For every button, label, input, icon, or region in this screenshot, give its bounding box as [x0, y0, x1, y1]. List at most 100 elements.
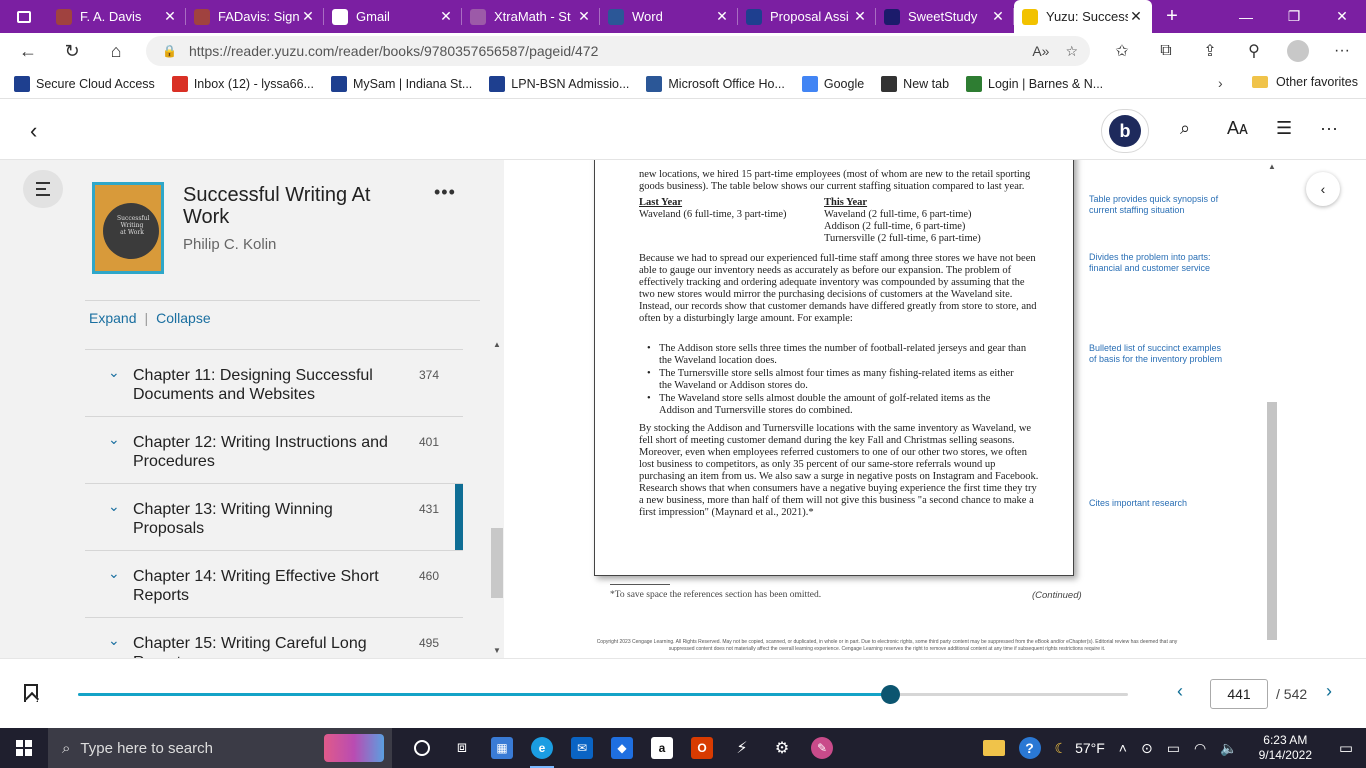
toc-chapter-item[interactable]: ⌄ Chapter 12: Writing Instructions and Pr…	[85, 416, 463, 483]
toc-scrollbar[interactable]: ▲ ▼	[491, 340, 503, 658]
show-hidden-icons-button[interactable]: ˄	[1112, 740, 1134, 756]
cortana-button[interactable]	[402, 728, 442, 768]
favorite-link[interactable]: Google	[801, 75, 864, 92]
close-window-button[interactable]: ✕	[1318, 0, 1366, 33]
profile-avatar[interactable]	[1287, 40, 1309, 62]
paint-button[interactable]: ✎	[802, 728, 842, 768]
minimize-button[interactable]: —	[1222, 0, 1270, 33]
refresh-button[interactable]: ↻	[50, 33, 94, 69]
url-field[interactable]: 🔒 https://reader.yuzu.com/reader/books/9…	[146, 36, 1090, 66]
page-number-input[interactable]: 441	[1210, 679, 1268, 709]
weather-widget[interactable]: ☾ 57°F	[1048, 740, 1112, 757]
content-scrollbar[interactable]: ▲	[1266, 160, 1278, 650]
close-tab-icon[interactable]: ✕	[1128, 8, 1144, 25]
browser-tab[interactable]: FADavis: Sign ✕	[186, 0, 324, 33]
page-progress-slider[interactable]	[78, 685, 1128, 704]
edge-button[interactable]: e	[522, 728, 562, 768]
favorite-link[interactable]: MySam | Indiana St...	[331, 75, 472, 92]
favorite-link[interactable]: LPN-BSN Admissio...	[489, 75, 629, 92]
bookmark-icon[interactable]	[24, 684, 38, 702]
share-button[interactable]: ⇪	[1188, 41, 1232, 61]
text-size-icon[interactable]: Aᴀ	[1227, 118, 1248, 139]
close-tab-icon[interactable]: ✕	[162, 8, 178, 25]
close-tab-icon[interactable]: ✕	[438, 8, 454, 25]
collections-button[interactable]: ⧉	[1144, 42, 1188, 60]
chevron-down-icon[interactable]: ⌄	[108, 364, 120, 381]
browser-tab[interactable]: Yuzu: Success ✕	[1014, 0, 1152, 33]
favorite-link[interactable]: Secure Cloud Access	[14, 75, 155, 92]
close-tab-icon[interactable]: ✕	[300, 8, 316, 25]
browser-tab[interactable]: Gmail ✕	[324, 0, 462, 33]
settings-button[interactable]: ⚙	[762, 728, 802, 768]
toc-chapter-item[interactable]: ⌄ Chapter 13: Writing Winning Proposals 43…	[85, 483, 463, 550]
book-more-options-icon[interactable]: •••	[434, 182, 456, 203]
network-button[interactable]: ◠	[1187, 740, 1213, 757]
mail-button[interactable]: ✉	[562, 728, 602, 768]
chevron-down-icon[interactable]: ⌄	[108, 565, 120, 582]
favorites-button[interactable]: ✩	[1100, 41, 1144, 61]
toggle-panel-button[interactable]: ‹	[1306, 172, 1340, 206]
browser-tab[interactable]: XtraMath - St ✕	[462, 0, 600, 33]
browser-tab[interactable]: F. A. Davis ✕	[48, 0, 186, 33]
read-aloud-icon[interactable]: A»	[1032, 43, 1049, 60]
slider-handle[interactable]	[881, 685, 900, 704]
new-tab-button[interactable]: +	[1152, 0, 1192, 33]
scrollbar-thumb[interactable]	[491, 528, 503, 598]
assistant-button[interactable]: b	[1101, 109, 1149, 153]
battery-button[interactable]: ▭	[1160, 740, 1187, 757]
chevron-down-icon[interactable]: ⌄	[108, 632, 120, 649]
chevron-down-icon[interactable]: ⌄	[108, 498, 120, 515]
favorite-link[interactable]: Login | Barnes & N...	[966, 75, 1103, 92]
toc-chapter-item[interactable]: ⌄ Chapter 15: Writing Careful Long Report…	[85, 617, 463, 658]
home-button[interactable]: ⌂	[94, 33, 138, 69]
favorite-link[interactable]: New tab	[881, 75, 949, 92]
back-button[interactable]: ←	[6, 33, 50, 69]
extensions-button[interactable]: ⚲	[1232, 41, 1276, 61]
notifications-button[interactable]: ▭	[1326, 739, 1366, 757]
restore-button[interactable]: ❐	[1270, 0, 1318, 33]
office-button[interactable]: O	[682, 728, 722, 768]
collapse-link[interactable]: Collapse	[156, 310, 210, 326]
system-clock[interactable]: 6:23 AM 9/14/2022	[1245, 733, 1326, 763]
settings-more-button[interactable]: ···	[1320, 42, 1364, 60]
chevron-down-icon[interactable]: ⌄	[108, 431, 120, 448]
expand-link[interactable]: Expand	[89, 310, 136, 326]
more-options-icon[interactable]: ···	[1320, 118, 1338, 139]
taskbar-search[interactable]: ⌕ Type here to search	[48, 728, 392, 768]
close-tab-icon[interactable]: ✕	[576, 8, 592, 25]
volume-button[interactable]: 🔈	[1213, 740, 1244, 757]
file-explorer-button[interactable]	[976, 740, 1012, 756]
toc-chapter-item[interactable]: ⌄ Chapter 14: Writing Effective Short Rep…	[85, 550, 463, 617]
scroll-up-arrow-icon[interactable]: ▲	[1268, 162, 1276, 171]
previous-page-chevron-icon[interactable]: ‹	[1177, 681, 1183, 702]
help-button[interactable]: ?	[1012, 737, 1048, 759]
close-tab-icon[interactable]: ✕	[714, 8, 730, 25]
bookmarks-list-icon[interactable]: ☰	[1276, 118, 1292, 139]
task-view-button[interactable]: ⧈	[442, 728, 482, 768]
other-favorites-folder[interactable]: Other favorites	[1252, 75, 1358, 89]
favorite-link[interactable]: Inbox (12) - lyssa66...	[171, 75, 314, 92]
toc-menu-button[interactable]	[23, 170, 63, 208]
amazon-button[interactable]: a	[642, 728, 682, 768]
close-tab-icon[interactable]: ✕	[852, 8, 868, 25]
toc-chapter-item[interactable]: ⌄ Chapter 11: Designing Successful Docume…	[85, 349, 463, 416]
browser-tab[interactable]: Word ✕	[600, 0, 738, 33]
browser-tab[interactable]: Proposal Assi ✕	[738, 0, 876, 33]
reader-back-chevron-icon[interactable]: ‹	[30, 118, 37, 144]
search-icon[interactable]: ⌕	[1180, 118, 1190, 139]
app-button[interactable]: ⚡	[722, 728, 762, 768]
favorites-overflow-chevron-icon[interactable]: ›	[1218, 75, 1223, 91]
browser-tab[interactable]: SweetStudy ✕	[876, 0, 1014, 33]
next-page-chevron-icon[interactable]: ›	[1326, 681, 1332, 702]
meet-now-button[interactable]: ⊙	[1134, 740, 1160, 757]
tab-actions-button[interactable]	[0, 0, 48, 33]
close-tab-icon[interactable]: ✕	[990, 8, 1006, 25]
favorite-link[interactable]: Microsoft Office Ho...	[646, 75, 785, 92]
start-button[interactable]	[0, 728, 48, 768]
microsoft-store-button[interactable]: ▦	[482, 728, 522, 768]
scroll-down-arrow-icon[interactable]: ▼	[493, 646, 501, 655]
scrollbar-thumb[interactable]	[1267, 402, 1277, 640]
dropbox-button[interactable]: ◆	[602, 728, 642, 768]
scroll-up-arrow-icon[interactable]: ▲	[493, 340, 501, 349]
add-favorite-icon[interactable]: ☆	[1065, 43, 1078, 60]
